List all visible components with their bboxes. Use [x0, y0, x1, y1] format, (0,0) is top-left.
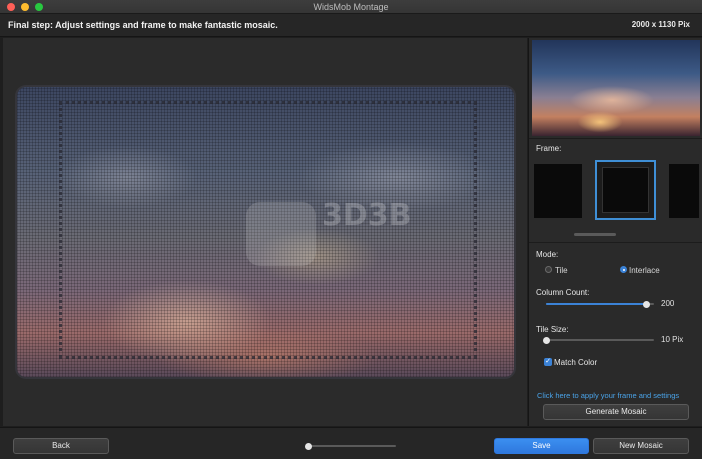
- mode-tile-label: Tile: [555, 266, 568, 275]
- mode-tile-radio[interactable]: [545, 266, 552, 273]
- tile-size-slider-knob[interactable]: [543, 336, 550, 344]
- column-count-value: 200: [661, 299, 675, 308]
- new-mosaic-button[interactable]: New Mosaic: [593, 438, 689, 454]
- zoom-slider[interactable]: [305, 442, 396, 450]
- bottom-toolbar: Back Save New Mosaic: [0, 427, 702, 459]
- mode-interlace-radio[interactable]: [620, 266, 627, 273]
- generate-mosaic-button[interactable]: Generate Mosaic: [543, 404, 689, 420]
- sidebar-divider: [529, 242, 702, 243]
- watermark-text: 3D3B: [322, 198, 412, 233]
- frame-option-2-preview: [602, 167, 649, 213]
- source-image-thumbnail: [532, 40, 700, 136]
- title-bar: WidsMob Montage: [0, 0, 702, 14]
- tile-size-label: Tile Size:: [536, 325, 569, 334]
- column-count-slider-knob[interactable]: [643, 300, 650, 308]
- match-color-checkbox[interactable]: ✓: [544, 358, 552, 366]
- mode-label: Mode:: [536, 250, 559, 259]
- column-count-slider[interactable]: [546, 300, 654, 308]
- apply-settings-link[interactable]: Click here to apply your frame and setti…: [537, 391, 679, 400]
- output-resolution: 2000 x 1130 Pix: [631, 20, 690, 29]
- step-instruction: Final step: Adjust settings and frame to…: [8, 20, 278, 30]
- window-title: WidsMob Montage: [313, 2, 389, 12]
- zoom-slider-knob[interactable]: [305, 442, 312, 450]
- frame-option-1[interactable]: [534, 164, 582, 218]
- frame-option-3[interactable]: [669, 164, 699, 218]
- watermark-logo: [246, 202, 316, 266]
- sidebar-divider: [529, 138, 702, 139]
- frame-scrollbar[interactable]: [574, 233, 616, 236]
- column-count-slider-fill: [546, 303, 646, 305]
- tile-size-slider[interactable]: [543, 336, 654, 344]
- match-color-label: Match Color: [554, 358, 598, 367]
- column-count-label: Column Count:: [536, 288, 590, 297]
- step-bar: Final step: Adjust settings and frame to…: [0, 14, 702, 37]
- mode-interlace-label: Interlace: [629, 266, 660, 275]
- frame-option-2[interactable]: [595, 160, 656, 220]
- tile-size-value: 10 Pix: [661, 335, 684, 344]
- frame-label: Frame:: [536, 144, 562, 153]
- settings-sidebar: Frame: Mode: Tile Interlace Column Count…: [528, 38, 702, 426]
- save-button[interactable]: Save: [494, 438, 589, 454]
- back-button[interactable]: Back: [13, 438, 109, 454]
